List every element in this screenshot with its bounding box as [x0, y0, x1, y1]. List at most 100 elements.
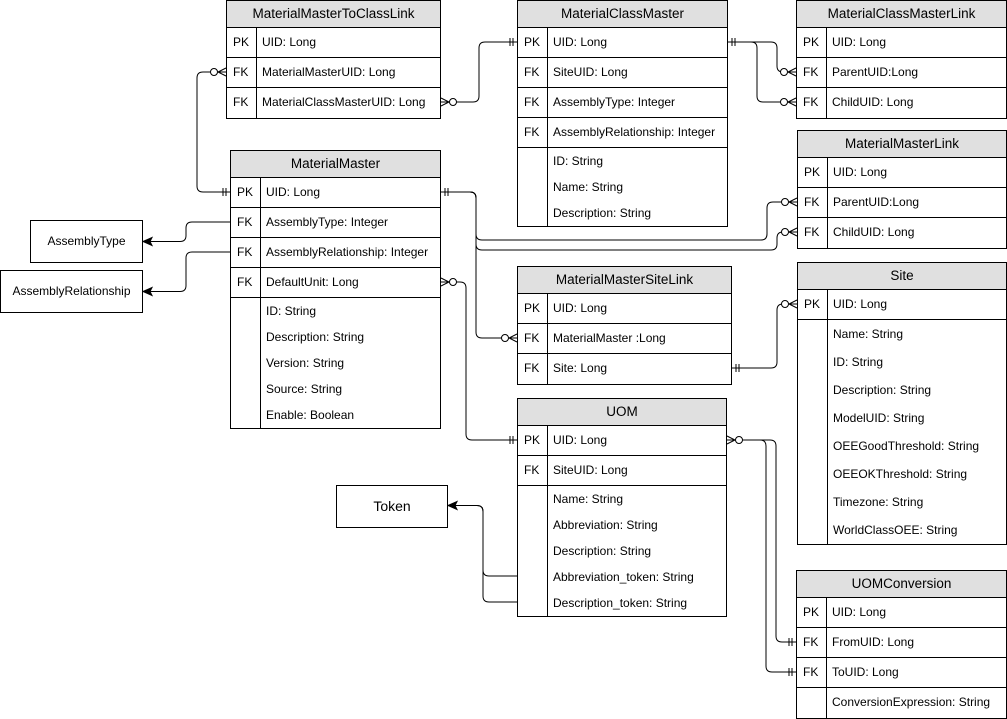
attribute-source[interactable]: Source: String	[261, 376, 440, 402]
field-name: UID: Long	[553, 35, 608, 49]
entity-material-master-link[interactable]: MaterialMasterLink PK UID: Long FK ParentUID…	[797, 130, 1007, 249]
primary-key-row[interactable]: PK UID: Long	[518, 28, 727, 58]
zero-or-many-marker	[440, 97, 457, 107]
attribute-row[interactable]: ConversionExpression: String	[797, 688, 1006, 718]
attribute-oeegood-threshold[interactable]: OEEGoodThreshold: String	[828, 432, 1006, 460]
foreign-key-row[interactable]: FK ChildUID: Long	[798, 218, 1006, 248]
foreign-key-row[interactable]: FK MaterialMasterUID: Long	[227, 58, 440, 88]
field-name: MaterialMaster :Long	[553, 331, 666, 345]
field-name: ChildUID: Long	[833, 225, 915, 239]
attribute-description[interactable]: Description: String	[261, 324, 440, 350]
foreign-key-row[interactable]: FK ToUID: Long	[797, 658, 1006, 688]
key-type: FK	[797, 58, 827, 87]
attribute-description[interactable]: Description: String	[828, 376, 1006, 404]
one-mandatory-marker	[731, 38, 736, 46]
foreign-key-row[interactable]: FK ParentUID:Long	[797, 58, 1006, 88]
key-type: PK	[518, 294, 548, 323]
relationship-line	[732, 303, 797, 369]
entity-title: MaterialMasterLink	[798, 131, 1006, 158]
field-name: ConversionExpression: String	[832, 695, 991, 709]
field-name: UID: Long	[553, 301, 608, 315]
attribute-description-token[interactable]: Description_token: String	[548, 590, 726, 616]
foreign-key-row[interactable]: FK AssemblyRelationship: Integer	[231, 238, 440, 268]
key-type: PK	[231, 178, 261, 207]
field-name: SiteUID: Long	[553, 463, 628, 477]
primary-key-row[interactable]: PK UID: Long	[518, 426, 726, 456]
foreign-key-row[interactable]: FK AssemblyType: Integer	[231, 208, 440, 238]
attribute-description[interactable]: Description: String	[548, 200, 727, 226]
field-name: DefaultUnit: Long	[266, 275, 359, 289]
entity-title: MaterialClassMasterLink	[797, 1, 1006, 28]
entity-uom[interactable]: UOM PK UID: Long FK SiteUID: Long Name: Strin…	[517, 398, 727, 617]
primary-key-row[interactable]: PK UID: Long	[797, 28, 1006, 58]
attribute-name[interactable]: Name: String	[828, 320, 1006, 348]
attribute-abbreviation[interactable]: Abbreviation: String	[548, 512, 726, 538]
entity-material-class-master[interactable]: MaterialClassMaster PK UID: Long FK SiteUID:…	[517, 0, 728, 227]
attribute-list: ID: String Name: String Description: Strin…	[518, 148, 727, 226]
attribute-world-class-oee[interactable]: WorldClassOEE: String	[828, 516, 1006, 544]
attribute-name[interactable]: Name: String	[548, 174, 727, 200]
attribute-id[interactable]: ID: String	[261, 298, 440, 324]
attribute-abbreviation-token[interactable]: Abbreviation_token: String	[548, 564, 726, 590]
entity-box-assembly-type[interactable]: AssemblyType	[30, 220, 143, 263]
primary-key-row[interactable]: PK UID: Long	[797, 598, 1006, 628]
field-name: AssemblyRelationship: Integer	[266, 245, 429, 259]
key-type: FK	[231, 238, 261, 267]
field-name: MaterialMasterUID: Long	[262, 65, 396, 79]
one-mandatory-marker	[509, 436, 514, 444]
attribute-name[interactable]: Name: String	[548, 486, 726, 512]
entity-title: MaterialMasterToClassLink	[227, 1, 440, 28]
primary-key-row[interactable]: PK UID: Long	[227, 28, 440, 58]
attribute-id[interactable]: ID: String	[828, 348, 1006, 376]
primary-key-row[interactable]: PK UID: Long	[518, 294, 731, 324]
entity-material-class-master-link[interactable]: MaterialClassMasterLink PK UID: Long FK Pare…	[796, 0, 1007, 119]
entity-site[interactable]: Site PK UID: Long Name: String ID: String Des…	[797, 262, 1007, 545]
relationship-line	[441, 191, 517, 339]
attribute-version[interactable]: Version: String	[261, 350, 440, 376]
relationship-line	[727, 439, 796, 673]
key-type: FK	[797, 88, 827, 118]
zero-or-many-marker	[780, 67, 797, 77]
attribute-enable[interactable]: Enable: Boolean	[261, 402, 440, 428]
primary-key-row[interactable]: PK UID: Long	[798, 158, 1006, 188]
entity-uomconversion[interactable]: UOMConversion PK UID: Long FK FromUID: Long F…	[796, 570, 1007, 719]
foreign-key-row[interactable]: FK SiteUID: Long	[518, 58, 727, 88]
primary-key-row[interactable]: PK UID: Long	[798, 290, 1006, 320]
key-type: FK	[231, 268, 261, 297]
foreign-key-row[interactable]: FK DefaultUnit: Long	[231, 268, 440, 298]
foreign-key-row[interactable]: FK ChildUID: Long	[797, 88, 1006, 118]
key-type: FK	[518, 324, 548, 353]
relationship-line	[448, 505, 517, 603]
field-name: ChildUID: Long	[832, 95, 914, 109]
foreign-key-row[interactable]: FK AssemblyType: Integer	[518, 88, 727, 118]
relationship-line	[143, 251, 230, 292]
entity-title: UOMConversion	[797, 571, 1006, 598]
foreign-key-row[interactable]: FK Site: Long	[518, 354, 731, 384]
key-type: FK	[227, 58, 257, 87]
zero-or-many-marker	[210, 67, 227, 77]
attribute-oeeokthreshold[interactable]: OEEOKThreshold: String	[828, 460, 1006, 488]
entity-box-token[interactable]: Token	[336, 485, 448, 528]
foreign-key-row[interactable]: FK AssemblyRelationship: Integer	[518, 118, 727, 148]
entity-material-master-to-class-link[interactable]: MaterialMasterToClassLink PK UID: Long FK Ma…	[226, 0, 441, 119]
attribute-id[interactable]: ID: String	[548, 148, 727, 174]
entity-box-assembly-relationship[interactable]: AssemblyRelationship	[0, 270, 143, 313]
key-column-spacer	[518, 148, 548, 226]
field-name: AssemblyRelationship: Integer	[553, 125, 716, 139]
foreign-key-row[interactable]: FK FromUID: Long	[797, 628, 1006, 658]
key-type: FK	[227, 88, 257, 118]
entity-material-master[interactable]: MaterialMaster PK UID: Long FK AssemblyType:…	[230, 150, 441, 429]
attribute-model-uid[interactable]: ModelUID: String	[828, 404, 1006, 432]
foreign-key-row[interactable]: FK ParentUID:Long	[798, 188, 1006, 218]
zero-or-many-marker	[781, 227, 798, 237]
attribute-timezone[interactable]: Timezone: String	[828, 488, 1006, 516]
foreign-key-row[interactable]: FK MaterialClassMasterUID: Long	[227, 88, 440, 118]
entity-material-master-site-link[interactable]: MaterialMasterSiteLink PK UID: Long FK Mater…	[517, 266, 732, 385]
field-name: ParentUID:Long	[833, 195, 920, 209]
attribute-description[interactable]: Description: String	[548, 538, 726, 564]
key-type: FK	[518, 354, 548, 384]
foreign-key-row[interactable]: FK MaterialMaster :Long	[518, 324, 731, 354]
foreign-key-row[interactable]: FK SiteUID: Long	[518, 456, 726, 486]
key-type: FK	[231, 208, 261, 237]
primary-key-row[interactable]: PK UID: Long	[231, 178, 440, 208]
